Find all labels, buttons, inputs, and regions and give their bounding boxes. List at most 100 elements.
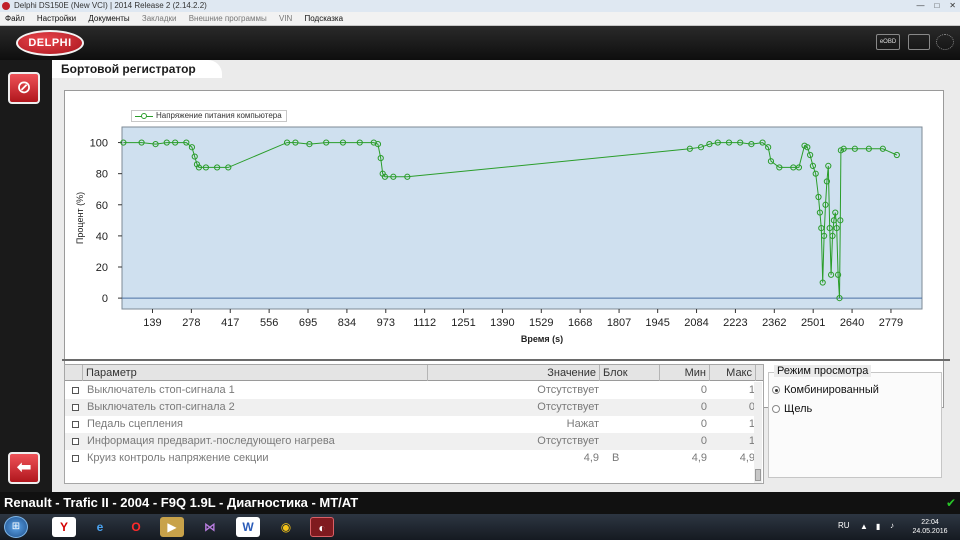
arrow-left-icon: ⬅ (16, 457, 32, 477)
table-row[interactable]: Выключатель стоп-сигнала 1 Отсутствует 0… (65, 382, 755, 399)
x-tick-label: 2362 (762, 317, 786, 329)
tray-expand-icon[interactable]: ▲ (860, 522, 868, 531)
x-tick-label: 1251 (451, 317, 475, 329)
menu-bookmarks[interactable]: Закладки (137, 12, 182, 26)
x-tick-label: 1529 (529, 317, 553, 329)
param-value: Отсутствует (537, 384, 599, 396)
row-checkbox[interactable] (72, 421, 79, 428)
visual-studio-icon[interactable]: ⋈ (198, 517, 222, 537)
menu-settings[interactable]: Настройки (32, 12, 81, 26)
view-mode-title: Режим просмотра (774, 365, 872, 377)
param-name: Педаль сцепления (87, 418, 183, 430)
chrome-icon[interactable]: ◉ (274, 517, 298, 537)
battery-icon[interactable] (908, 34, 930, 50)
x-tick-label: 2640 (840, 317, 864, 329)
table-row[interactable]: Круиз контроль напряжение секции 4,9 В 4… (65, 450, 755, 467)
opera-icon[interactable]: O (124, 517, 148, 537)
param-name: Информация предварит.-последующего нагре… (87, 435, 335, 447)
y-tick-label: 100 (90, 138, 108, 150)
x-tick-label: 139 (143, 317, 161, 329)
maximize-icon[interactable]: □ (934, 0, 939, 12)
header-min[interactable]: Мин (660, 365, 710, 381)
volume-icon[interactable]: ♪ (890, 521, 894, 530)
delphi-logo: DELPHI (16, 30, 84, 56)
header-checkbox-column (65, 365, 83, 381)
x-tick-label: 695 (299, 317, 317, 329)
checkmark-icon: ✔ (945, 496, 956, 510)
start-button[interactable]: ⊞ (4, 516, 28, 538)
menu-documents[interactable]: Документы (83, 12, 134, 26)
radio-slot[interactable]: Щель (772, 403, 812, 415)
param-min: 0 (700, 384, 707, 396)
window-titlebar: Delphi DS150E (New VCI) | 2014 Release 2… (0, 0, 960, 12)
x-tick-label: 1945 (645, 317, 669, 329)
table-row[interactable]: Выключатель стоп-сигнала 2 Отсутствует 0… (65, 399, 755, 416)
header-parameter[interactable]: Параметр (83, 365, 428, 381)
y-tick-label: 40 (96, 231, 108, 243)
row-checkbox[interactable] (72, 438, 79, 445)
radio-combined[interactable]: Комбинированный (772, 384, 879, 396)
app-header: DELPHI eOBD (0, 26, 960, 60)
param-min: 0 (700, 401, 707, 413)
network-icon[interactable]: ▮ (876, 522, 880, 531)
app-icon (2, 2, 10, 10)
vehicle-status-bar: Renault - Trafic II - 2004 - F9Q 1.9L - … (0, 492, 960, 514)
y-axis-label: Процент (%) (75, 192, 85, 244)
system-clock[interactable]: 22:04 24.05.2016 (906, 518, 954, 536)
radio-unselected-icon[interactable] (772, 405, 780, 413)
param-min: 0 (700, 418, 707, 430)
param-max: 0 (748, 401, 755, 413)
x-tick-label: 2223 (723, 317, 747, 329)
menu-help[interactable]: Подсказка (300, 12, 349, 26)
scrollbar-thumb[interactable] (755, 469, 761, 481)
menu-vin[interactable]: VIN (274, 12, 297, 26)
param-min: 0 (700, 435, 707, 447)
param-max: 1 (748, 435, 755, 447)
yandex-browser-icon[interactable]: Y (52, 517, 76, 537)
table-row[interactable]: Педаль сцепления Нажат 0 1 (65, 416, 755, 433)
radio-selected-icon[interactable] (772, 386, 780, 394)
x-tick-label: 834 (338, 317, 356, 329)
eobd-icon[interactable]: eOBD (876, 34, 900, 50)
x-tick-label: 1668 (568, 317, 592, 329)
x-tick-label: 2084 (684, 317, 708, 329)
voltage-chart: 139 278 417 556 695 834 973 1112 1251 1390 1529 166… (75, 126, 923, 344)
left-sidebar: ⊘ ⬅ (0, 60, 52, 492)
x-axis-label: Время (s) (521, 334, 563, 344)
legend-marker (141, 113, 147, 119)
header-max[interactable]: Макс (710, 365, 756, 381)
main-panel: Бортовой регистратор 139 278 417 556 695 834 9… (52, 60, 960, 492)
y-tick-label: 0 (102, 293, 108, 305)
back-button[interactable]: ⬅ (8, 452, 40, 484)
media-player-icon[interactable]: ▶ (160, 517, 184, 537)
radio-slot-label: Щель (784, 403, 813, 415)
close-icon[interactable]: ✕ (949, 0, 956, 12)
table-row[interactable]: Информация предварит.-последующего нагре… (65, 433, 755, 450)
parameters-table: Параметр Значение Блок Мин Макс Выключат… (64, 364, 764, 484)
param-max: 4,9 (739, 452, 755, 464)
param-value: 4,9 (583, 452, 599, 464)
table-header: Параметр Значение Блок Мин Макс (65, 365, 763, 381)
y-tick-label: 60 (96, 200, 108, 212)
vehicle-info: Renault - Trafic II - 2004 - F9Q 1.9L - … (4, 495, 359, 510)
param-value: Нажат (566, 418, 599, 430)
windows-logo-icon: ⊞ (11, 521, 21, 532)
disconnect-button[interactable]: ⊘ (8, 72, 40, 104)
row-checkbox[interactable] (72, 387, 79, 394)
x-tick-label: 556 (260, 317, 278, 329)
header-value[interactable]: Значение (428, 365, 600, 381)
menu-external-programs[interactable]: Внешние программы (184, 12, 272, 26)
language-indicator[interactable]: RU (838, 521, 850, 530)
legend-label: Напряжение питания компьютера (156, 111, 282, 120)
menu-file[interactable]: Файл (0, 12, 30, 26)
param-name: Выключатель стоп-сигнала 2 (87, 401, 235, 413)
delphi-app-icon[interactable]: ◐ (310, 517, 334, 537)
minimize-icon[interactable]: — (916, 0, 924, 12)
row-checkbox[interactable] (72, 455, 79, 462)
header-block[interactable]: Блок (600, 365, 660, 381)
internet-explorer-icon[interactable]: e (88, 517, 112, 537)
word-icon[interactable]: W (236, 517, 260, 537)
x-tick-label: 1390 (490, 317, 514, 329)
row-checkbox[interactable] (72, 404, 79, 411)
table-scrollbar[interactable] (754, 382, 762, 483)
